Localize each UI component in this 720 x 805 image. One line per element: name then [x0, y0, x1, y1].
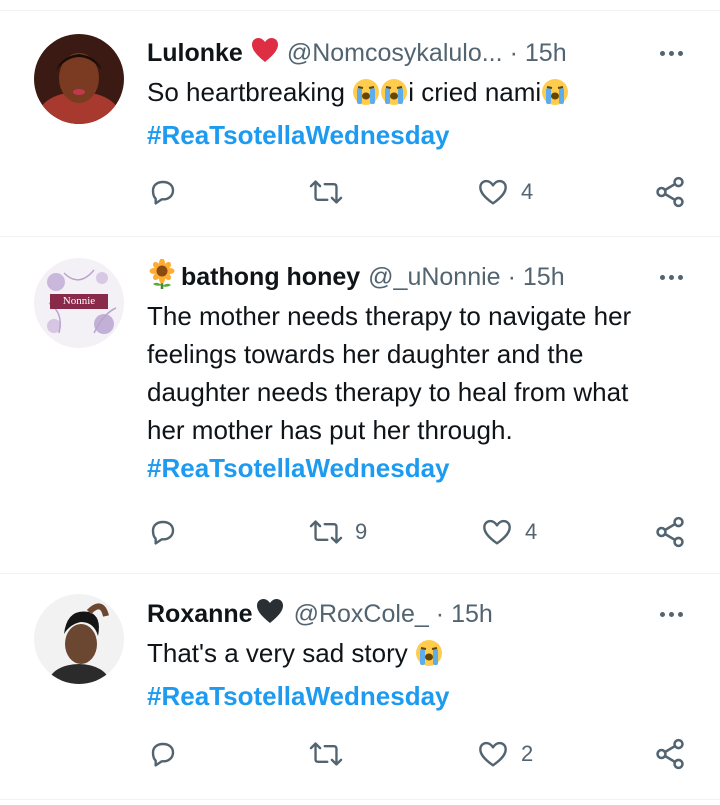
- loudly-crying-face-icon: [380, 78, 408, 116]
- retweet-icon: [309, 180, 343, 204]
- user-handle[interactable]: @_uNonnie: [368, 263, 500, 292]
- tweet-text-line: The mother needs therapy to navigate her: [147, 301, 632, 331]
- tweet-text-part: That's a very sad story: [147, 638, 408, 668]
- like-count: 4: [521, 179, 534, 204]
- user-handle[interactable]: @RoxCole_: [294, 600, 429, 629]
- black-heart-icon: [256, 598, 284, 631]
- like-button[interactable]: 4: [477, 172, 533, 212]
- more-options-icon[interactable]: [656, 604, 686, 624]
- sunflower-icon: [147, 258, 177, 296]
- display-name[interactable]: Roxanne: [147, 600, 253, 629]
- tweet-text-line: feelings towards her daughter and the: [147, 339, 584, 369]
- retweet-icon: [309, 520, 343, 544]
- like-button[interactable]: 4: [481, 512, 537, 552]
- tweet-actions: 9 4: [147, 512, 707, 552]
- separator: ·: [435, 599, 445, 628]
- tweet-text-line: her mother has put her through.: [147, 415, 513, 445]
- reply-icon: [151, 742, 175, 767]
- user-handle[interactable]: @Nomcosykalulo...: [287, 39, 503, 68]
- tweet-feed: Lulonke @Nomcosykalulo... · 15h So heart…: [0, 0, 720, 805]
- tweet-text: That's a very sad story: [147, 634, 690, 677]
- share-button[interactable]: [653, 734, 687, 774]
- tweet-header: Roxanne @RoxCole_ · 15h: [147, 594, 690, 634]
- reply-button[interactable]: [147, 734, 191, 774]
- tweet-card[interactable]: Lulonke @Nomcosykalulo... · 15h So heart…: [0, 11, 720, 236]
- tweet-header: Lulonke @Nomcosykalulo... · 15h: [147, 33, 690, 73]
- reply-icon: [151, 520, 175, 545]
- reply-icon: [151, 180, 175, 205]
- tweet-actions: 4: [147, 172, 707, 212]
- share-icon: [656, 738, 684, 770]
- share-button[interactable]: [653, 512, 687, 552]
- timestamp[interactable]: 15h: [525, 39, 567, 68]
- heart-outline-icon: [479, 741, 507, 767]
- like-count: 4: [525, 519, 538, 544]
- more-options-icon[interactable]: [656, 267, 686, 287]
- heart-outline-icon: [483, 519, 511, 545]
- avatar[interactable]: [34, 594, 124, 684]
- heart-icon: [251, 37, 279, 70]
- avatar[interactable]: Nonnie: [34, 258, 124, 348]
- tweet-card[interactable]: Nonnie bathong honey @_uNonnie · 15h The…: [0, 237, 720, 573]
- tweet-text-part: So heartbreaking: [147, 77, 346, 107]
- retweet-icon: [309, 742, 343, 766]
- divider: [0, 799, 720, 800]
- timestamp[interactable]: 15h: [451, 600, 493, 629]
- retweet-button[interactable]: [309, 172, 355, 212]
- tweet-text: So heartbreaking i cried nami: [147, 73, 690, 116]
- retweet-button[interactable]: 9: [309, 512, 367, 552]
- hashtag-link[interactable]: #ReaTsotellaWednesday: [147, 677, 690, 715]
- like-button[interactable]: 2: [477, 734, 533, 774]
- tweet-text-part: i cried nami: [408, 77, 542, 107]
- retweet-count: 9: [355, 519, 368, 544]
- share-icon: [656, 176, 684, 208]
- reply-button[interactable]: [147, 172, 191, 212]
- tweet-card[interactable]: Roxanne @RoxCole_ · 15h That's a very sa…: [0, 574, 720, 799]
- reply-button[interactable]: [147, 512, 191, 552]
- share-icon: [656, 516, 684, 548]
- tweet-text: The mother needs therapy to navigate her…: [147, 297, 690, 449]
- hashtag-link[interactable]: #ReaTsotellaWednesday: [147, 116, 690, 154]
- loudly-crying-face-icon: [352, 78, 380, 116]
- loudly-crying-face-icon: [541, 78, 569, 116]
- avatar[interactable]: [34, 34, 124, 124]
- tweet-actions: 2: [147, 734, 707, 774]
- separator: ·: [509, 38, 518, 67]
- heart-outline-icon: [479, 179, 507, 205]
- display-name[interactable]: Lulonke: [147, 39, 243, 68]
- timestamp[interactable]: 15h: [523, 263, 565, 292]
- tweet-text-line: daughter needs therapy to heal from what: [147, 377, 629, 407]
- avatar-label: Nonnie: [62, 295, 96, 307]
- tweet-header: bathong honey @_uNonnie · 15h: [147, 257, 690, 297]
- like-count: 2: [521, 741, 534, 766]
- share-button[interactable]: [653, 172, 687, 212]
- separator: ·: [507, 262, 516, 291]
- more-options-icon[interactable]: [656, 43, 686, 63]
- retweet-button[interactable]: [309, 734, 355, 774]
- hashtag-link[interactable]: #ReaTsotellaWednesday: [147, 449, 690, 487]
- loudly-crying-face-icon: [415, 639, 443, 677]
- display-name[interactable]: bathong honey: [181, 263, 360, 292]
